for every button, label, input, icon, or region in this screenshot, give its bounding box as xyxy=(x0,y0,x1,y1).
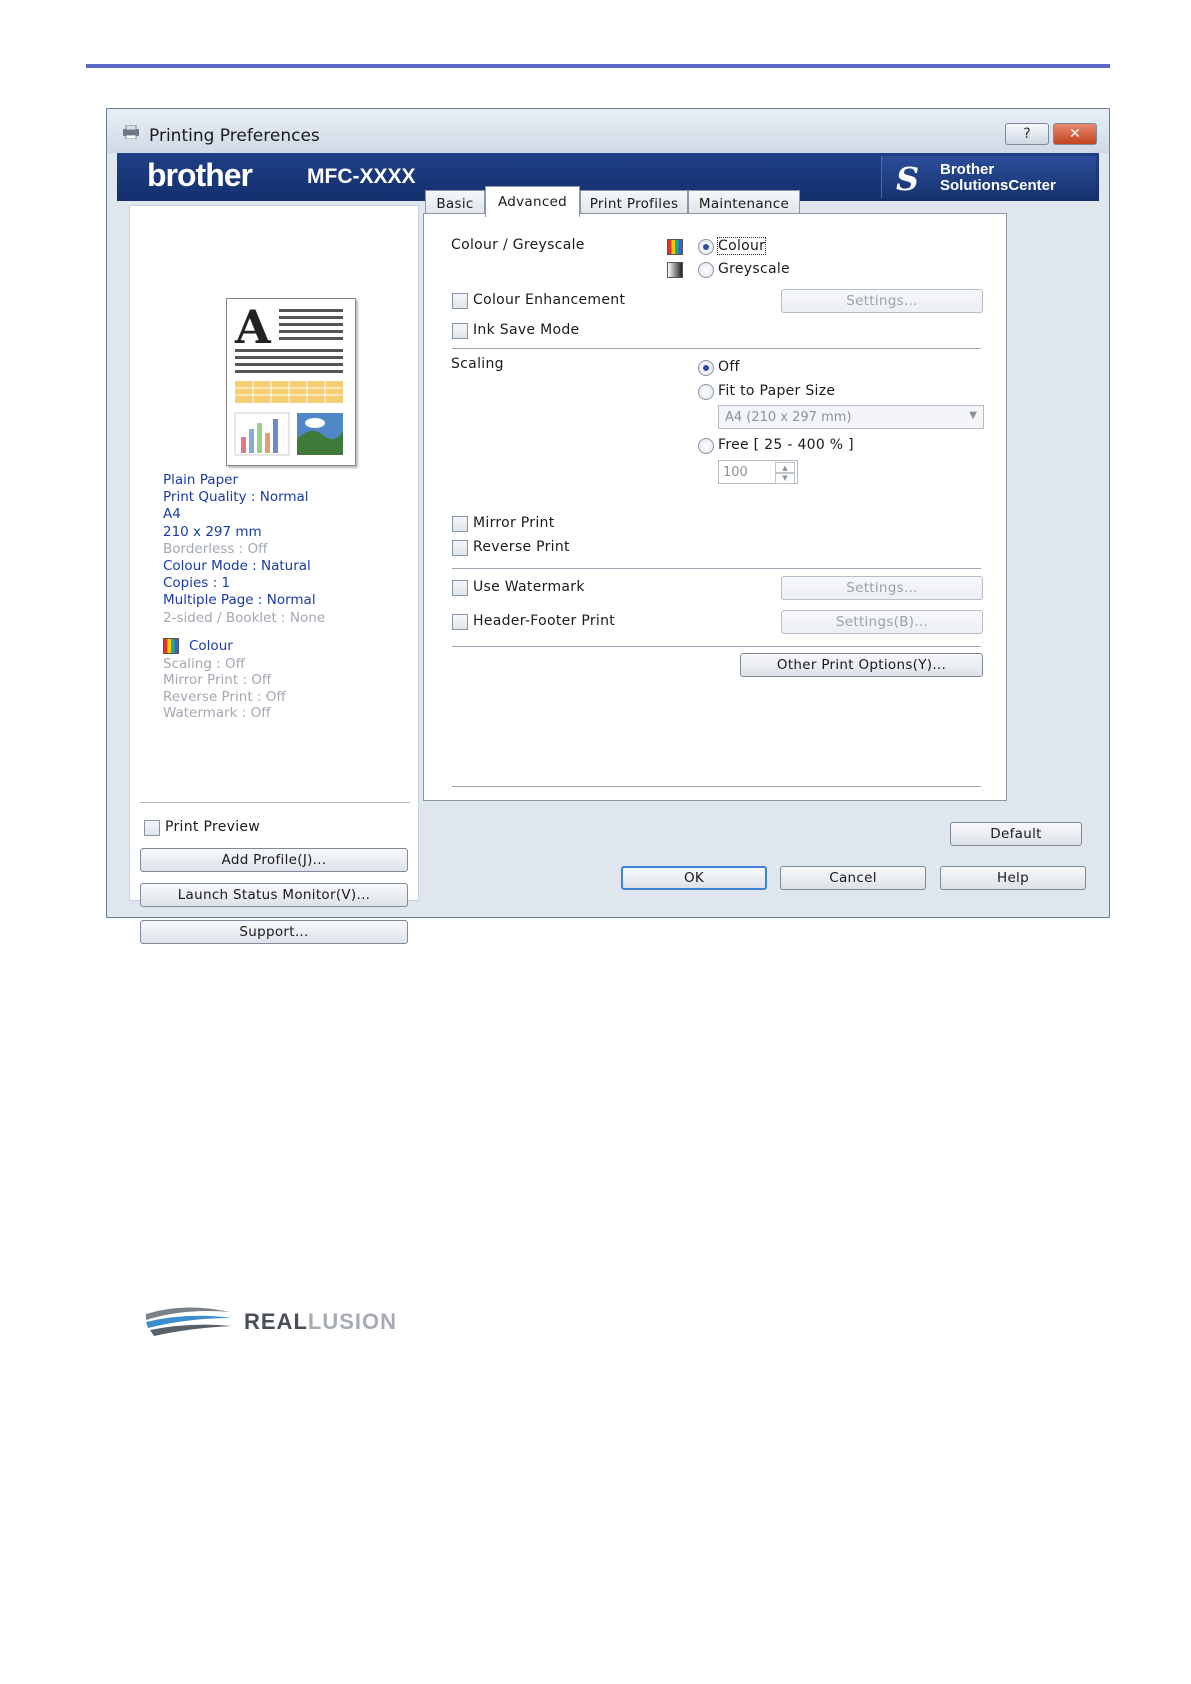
colour-radio[interactable] xyxy=(698,239,714,255)
summary-colour-mode: Colour xyxy=(163,638,286,655)
chevron-down-icon: ▼ xyxy=(969,410,977,421)
watermark-settings-button[interactable]: Settings... xyxy=(781,576,983,600)
fit-to-paper-label: Fit to Paper Size xyxy=(718,383,836,399)
header-footer-settings-button[interactable]: Settings(B)... xyxy=(781,610,983,634)
summary-item: Copies : 1 xyxy=(163,575,231,592)
summary-item: Mirror Print : Off xyxy=(163,672,272,689)
spin-down-icon[interactable]: ▼ xyxy=(775,472,795,484)
other-print-options-button[interactable]: Other Print Options(Y)... xyxy=(740,653,983,677)
summary-colour-label: Colour xyxy=(189,638,233,654)
model-name: MFC-XXXX xyxy=(307,165,416,188)
support-button[interactable]: Support... xyxy=(140,920,408,944)
section-divider xyxy=(452,348,981,349)
settings-summary-list-2: Colour Scaling : Off Mirror Print : Off … xyxy=(163,638,286,722)
colour-enhancement-label: Colour Enhancement xyxy=(473,292,626,308)
mirror-print-label: Mirror Print xyxy=(473,515,555,531)
greyscale-icon xyxy=(667,262,683,278)
header-footer-checkbox[interactable] xyxy=(452,614,468,630)
solutions-center-button[interactable]: S Brother SolutionsCenter xyxy=(881,156,1096,198)
summary-item: Scaling : Off xyxy=(163,655,245,672)
colour-icon xyxy=(667,239,683,255)
solutions-center-line2: SolutionsCenter xyxy=(940,177,1056,194)
reverse-print-checkbox[interactable] xyxy=(452,540,468,556)
free-scaling-value: 100 xyxy=(723,465,748,480)
summary-item: 210 x 297 mm xyxy=(163,523,262,540)
ink-save-mode-label: Ink Save Mode xyxy=(473,322,580,338)
mirror-print-checkbox[interactable] xyxy=(452,516,468,532)
print-preview-label: Print Preview xyxy=(165,819,261,835)
section-divider xyxy=(452,646,981,647)
title-bar: Printing Preferences ? ✕ xyxy=(107,109,1109,153)
svg-text:A: A xyxy=(234,300,272,354)
ink-save-mode-checkbox[interactable] xyxy=(452,323,468,339)
section-divider xyxy=(452,568,981,569)
ok-button[interactable]: OK xyxy=(621,866,767,890)
logo-part2: LUSION xyxy=(307,1309,398,1334)
colour-enhancement-checkbox[interactable] xyxy=(452,293,468,309)
header-footer-label: Header-Footer Print xyxy=(473,613,616,629)
greyscale-radio[interactable] xyxy=(698,262,714,278)
fit-to-paper-radio[interactable] xyxy=(698,384,714,400)
paper-size-select[interactable]: A4 (210 x 297 mm) ▼ xyxy=(718,405,984,429)
colour-greyscale-label: Colour / Greyscale xyxy=(451,237,585,253)
help-button[interactable]: Help xyxy=(940,866,1086,890)
solutions-center-line1: Brother xyxy=(940,161,995,178)
reallusion-logo-text: REALLUSION xyxy=(244,1309,397,1335)
add-profile-button[interactable]: Add Profile(J)... xyxy=(140,848,408,872)
printing-preferences-dialog: Printing Preferences ? ✕ brother MFC-XXX… xyxy=(106,108,1110,944)
summary-item: A4 xyxy=(163,506,181,523)
tab-advanced[interactable]: Advanced xyxy=(485,186,580,217)
summary-item: Plain Paper xyxy=(163,472,238,488)
reverse-print-label: Reverse Print xyxy=(473,539,570,555)
scaling-label: Scaling xyxy=(451,356,504,372)
settings-summary-panel: A Plain Paper Print Quality: Normal A4 … xyxy=(129,205,419,944)
paper-size-value: A4 (210 x 297 mm) xyxy=(725,410,852,425)
scaling-off-label: Off xyxy=(718,359,740,375)
brother-logo: brother xyxy=(147,157,253,193)
window-title: Printing Preferences xyxy=(149,126,320,146)
page-top-rule xyxy=(86,64,1110,68)
summary-item: 2-sided / Booklet : None xyxy=(163,609,326,626)
cancel-button[interactable]: Cancel xyxy=(780,866,926,890)
use-watermark-checkbox[interactable] xyxy=(452,580,468,596)
scaling-off-radio[interactable] xyxy=(698,360,714,376)
print-preview-checkbox[interactable] xyxy=(144,820,160,836)
close-button[interactable]: ✕ xyxy=(1053,123,1097,145)
printer-icon xyxy=(123,125,139,139)
default-button[interactable]: Default xyxy=(950,822,1082,846)
summary-item: Multiple Page : Normal xyxy=(163,592,316,609)
page-preview-image: A xyxy=(226,298,356,466)
summary-item: Reverse Print : Off xyxy=(163,688,286,705)
settings-summary-list: Plain Paper Print Quality : Normal A4 21… xyxy=(163,472,325,627)
free-scaling-radio[interactable] xyxy=(698,438,714,454)
free-scaling-label: Free [ 25 - 400 % ] xyxy=(718,437,854,453)
colour-icon xyxy=(163,638,179,655)
summary-item: Watermark : Off xyxy=(163,705,271,722)
launch-status-monitor-button[interactable]: Launch Status Monitor(V)... xyxy=(140,883,408,907)
section-divider xyxy=(452,786,981,787)
colour-enhancement-settings-button[interactable]: Settings... xyxy=(781,289,983,313)
logo-part1: REAL xyxy=(244,1309,308,1334)
use-watermark-label: Use Watermark xyxy=(473,579,585,595)
help-title-button[interactable]: ? xyxy=(1005,123,1049,145)
reallusion-logo-icon xyxy=(146,1307,232,1336)
colour-radio-label: Colour xyxy=(716,237,767,255)
free-scaling-stepper[interactable]: 100 ▲ ▼ xyxy=(718,460,798,484)
solutions-center-icon: S xyxy=(896,160,920,198)
greyscale-radio-label: Greyscale xyxy=(718,261,790,277)
summary-item: Borderless : Off xyxy=(163,540,268,557)
left-divider xyxy=(140,802,410,803)
advanced-tab-panel: Colour / Greyscale Colour Greyscale Colo… xyxy=(423,213,1007,801)
summary-item: Colour Mode : Natural xyxy=(163,558,311,575)
summary-item: Print Quality : Normal xyxy=(163,489,309,506)
